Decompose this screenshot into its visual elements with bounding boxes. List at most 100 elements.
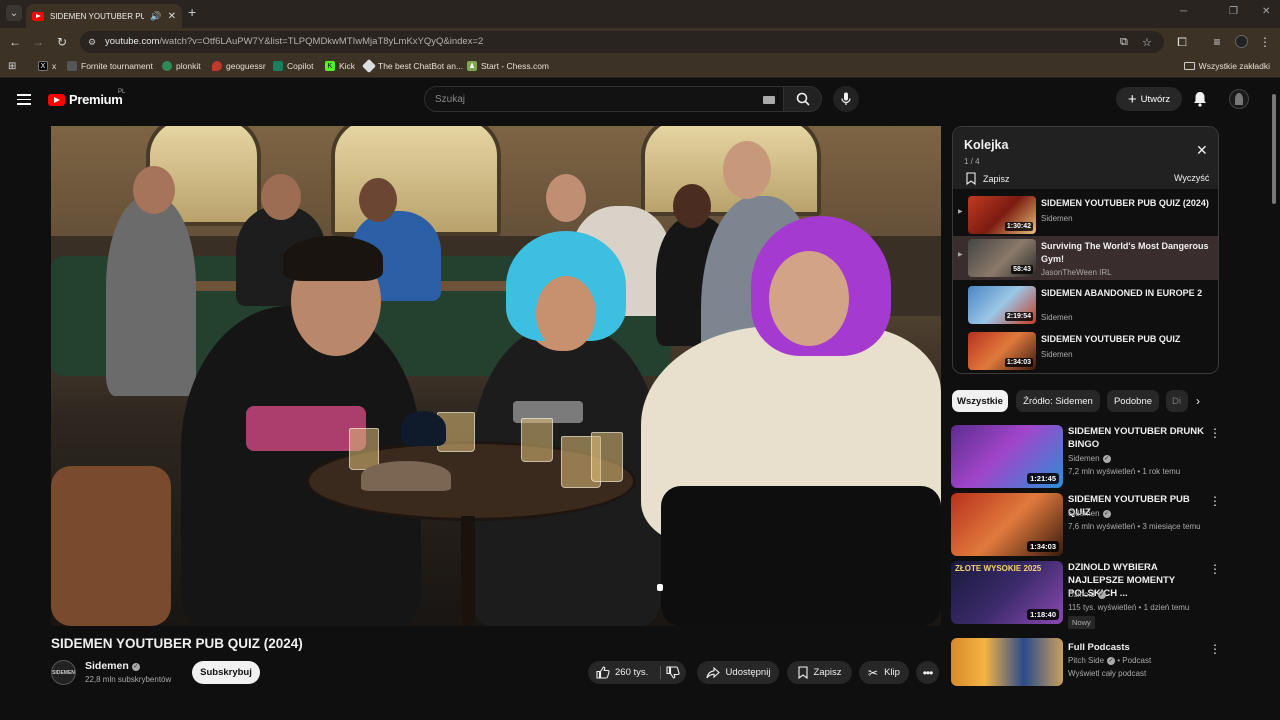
apps-grid-icon[interactable]: ⊞ (8, 61, 16, 72)
youtube-premium-logo[interactable]: Premium (48, 92, 123, 107)
recommendation-thumbnail[interactable]: 1:21:45 (951, 425, 1063, 488)
more-options-icon[interactable]: ⋮ (1209, 495, 1221, 507)
person-head (261, 174, 301, 220)
recommendation-title[interactable]: Full Podcasts (1068, 641, 1208, 654)
back-icon[interactable]: ← (8, 35, 22, 49)
chip-partial[interactable]: Di (1166, 390, 1188, 412)
recommendation-thumbnail[interactable]: 1:34:03 (951, 493, 1063, 556)
search-input[interactable]: Szukaj (424, 86, 784, 112)
recommendation-playlist[interactable]: Full Podcasts Pitch Side ✓ • Podcast Wyśw… (951, 638, 1221, 700)
recommendation-thumbnail[interactable]: ZŁOTE WYSOKIE 2025 1:18:40 (951, 561, 1063, 624)
microphone-icon (841, 92, 851, 105)
bookmark-star-icon[interactable]: ☆ (1142, 36, 1152, 49)
create-button[interactable]: + Utwórz (1116, 87, 1182, 111)
queue-item[interactable]: 2:19:54 SIDEMEN ABANDONED IN EUROPE 2 Si… (953, 283, 1218, 327)
more-options-icon[interactable]: ⋮ (1209, 427, 1221, 439)
recommendation-item[interactable]: 1:34:03 SIDEMEN YOUTUBER PUB QUIZ Sideme… (951, 493, 1221, 556)
more-options-icon[interactable]: ⋮ (1209, 643, 1221, 655)
copilot-icon (273, 61, 283, 71)
leather-chair (51, 466, 171, 626)
recommendation-item[interactable]: 1:21:45 SIDEMEN YOUTUBER DRUNK BINGO Sid… (951, 425, 1221, 488)
keyboard-icon[interactable] (763, 96, 775, 104)
account-avatar[interactable] (1229, 89, 1249, 109)
browser-tab[interactable]: SIDEMEN YOUTUBER PUB Q 🔊 ✕ (26, 4, 182, 28)
new-badge: Nowy (1068, 616, 1095, 629)
youtube-favicon-icon (32, 11, 44, 21)
queue-item-title: SIDEMEN YOUTUBER PUB QUIZ (1041, 334, 1181, 344)
more-actions-button[interactable]: ••• (916, 661, 939, 684)
person-face (536, 276, 596, 351)
video-player[interactable] (51, 126, 941, 626)
thumbnail-text: ZŁOTE WYSOKIE 2025 (955, 564, 1042, 573)
window-close-icon[interactable]: ✕ (1262, 6, 1270, 17)
site-info-icon[interactable]: ⚙ (88, 37, 98, 47)
speaker-icon[interactable]: 🔊 (150, 11, 161, 22)
browser-profile-avatar[interactable] (1235, 35, 1248, 48)
bookmark-chess[interactable]: ♟ Start - Chess.com (467, 61, 549, 71)
bookmark-icon (797, 666, 808, 679)
extensions-icon[interactable]: ⧠ (1175, 35, 1189, 49)
dislike-button[interactable] (666, 666, 680, 684)
guide-menu-icon[interactable] (17, 94, 31, 105)
bookmark-copilot[interactable]: Copilot (273, 61, 313, 71)
bookmark-chatbot[interactable]: The best ChatBot an... (361, 58, 463, 74)
save-button[interactable]: Zapisz (787, 661, 852, 684)
queue-item-channel: Sidemen (1041, 214, 1073, 223)
reload-icon[interactable]: ↻ (55, 35, 69, 49)
page-scrollbar[interactable] (1270, 84, 1278, 684)
queue-item[interactable]: ▶ 1:30:42 SIDEMEN YOUTUBER PUB QUIZ (202… (953, 193, 1218, 237)
voice-search-button[interactable] (833, 86, 859, 112)
browser-menu-icon[interactable]: ⋮ (1258, 35, 1272, 49)
bookmark-x[interactable]: Xx (38, 61, 56, 71)
more-options-icon[interactable]: ⋮ (1209, 563, 1221, 575)
chip-related[interactable]: Podobne (1107, 390, 1159, 412)
recommendation-title[interactable]: SIDEMEN YOUTUBER DRUNK BINGO (1068, 425, 1208, 451)
minimize-icon[interactable]: ─ (1180, 6, 1187, 17)
all-bookmarks-folder[interactable]: Wszystkie zakładki (1183, 61, 1270, 71)
like-button[interactable]: 260 tys. (596, 666, 648, 679)
queue-save-button[interactable]: Zapisz (966, 172, 1010, 185)
reading-list-icon[interactable]: ≡ (1210, 35, 1224, 49)
queue-item[interactable]: 1:34:03 SIDEMEN YOUTUBER PUB QUIZ Sideme… (953, 329, 1218, 373)
beer-glass (591, 432, 623, 482)
chip-all[interactable]: Wszystkie (952, 390, 1008, 412)
recommendation-channel[interactable]: Pitch Side ✓ • Podcast (1068, 656, 1151, 665)
channel-avatar[interactable]: SIDEMEN (51, 660, 76, 685)
install-app-icon[interactable]: ⧉ (1120, 36, 1128, 49)
podcast-thumbnail[interactable] (951, 638, 1063, 686)
queue-clear-button[interactable]: Wyczyść (1174, 173, 1209, 183)
x-logo-icon: X (38, 61, 48, 71)
bookmark-kick[interactable]: K Kick (325, 61, 355, 71)
close-queue-icon[interactable]: ✕ (1196, 143, 1208, 157)
view-full-podcast-link[interactable]: Wyświetl cały podcast (1068, 669, 1146, 678)
bookmark-plonkit[interactable]: plonkit (162, 61, 201, 71)
channel-name[interactable]: Sidemen ✓ (85, 660, 140, 672)
share-button[interactable]: Udostępnij (697, 661, 779, 684)
scissors-icon: ✂ (868, 665, 879, 680)
recommendation-item[interactable]: ZŁOTE WYSOKIE 2025 1:18:40 DZINOLD WYBIE… (951, 561, 1221, 629)
curly-hair (283, 236, 383, 281)
bookmark-fortnite[interactable]: Fornite tournament (67, 61, 153, 71)
scrollbar-thumb[interactable] (1272, 94, 1276, 204)
queue-thumbnail: 1:30:42 (968, 196, 1036, 234)
tab-search-button[interactable]: ⌄ (6, 5, 22, 21)
chip-source[interactable]: Źródło: Sidemen (1016, 390, 1100, 412)
forward-icon[interactable]: → (31, 35, 45, 49)
recommendation-channel[interactable]: Dzinold ✓ (1068, 590, 1106, 599)
search-button[interactable] (784, 86, 822, 112)
clip-button[interactable]: ✂ Klip (859, 661, 909, 684)
url-text: youtube.com/watch?v=Otf6LAuPW7Y&list=TLP… (105, 36, 484, 47)
maximize-icon[interactable]: ❐ (1229, 6, 1238, 17)
bookmark-geoguessr[interactable]: geoguessr (212, 61, 266, 71)
new-tab-button[interactable]: + (188, 4, 196, 20)
subscribe-button[interactable]: Subskrybuj (192, 661, 260, 684)
queue-thumbnail: 1:34:03 (968, 332, 1036, 370)
recommendation-channel[interactable]: Sidemen ✓ (1068, 454, 1111, 463)
close-tab-icon[interactable]: ✕ (168, 11, 176, 22)
notifications-bell-icon[interactable] (1193, 91, 1207, 112)
chevron-right-icon[interactable]: › (1196, 394, 1200, 408)
play-indicator-icon: ▶ (958, 209, 963, 215)
recommendation-channel[interactable]: Sidemen ✓ (1068, 509, 1111, 518)
queue-item-current[interactable]: ▶ 58:43 Surviving The World's Most Dange… (953, 236, 1218, 280)
address-bar[interactable]: ⚙ youtube.com/watch?v=Otf6LAuPW7Y&list=T… (80, 31, 1164, 53)
